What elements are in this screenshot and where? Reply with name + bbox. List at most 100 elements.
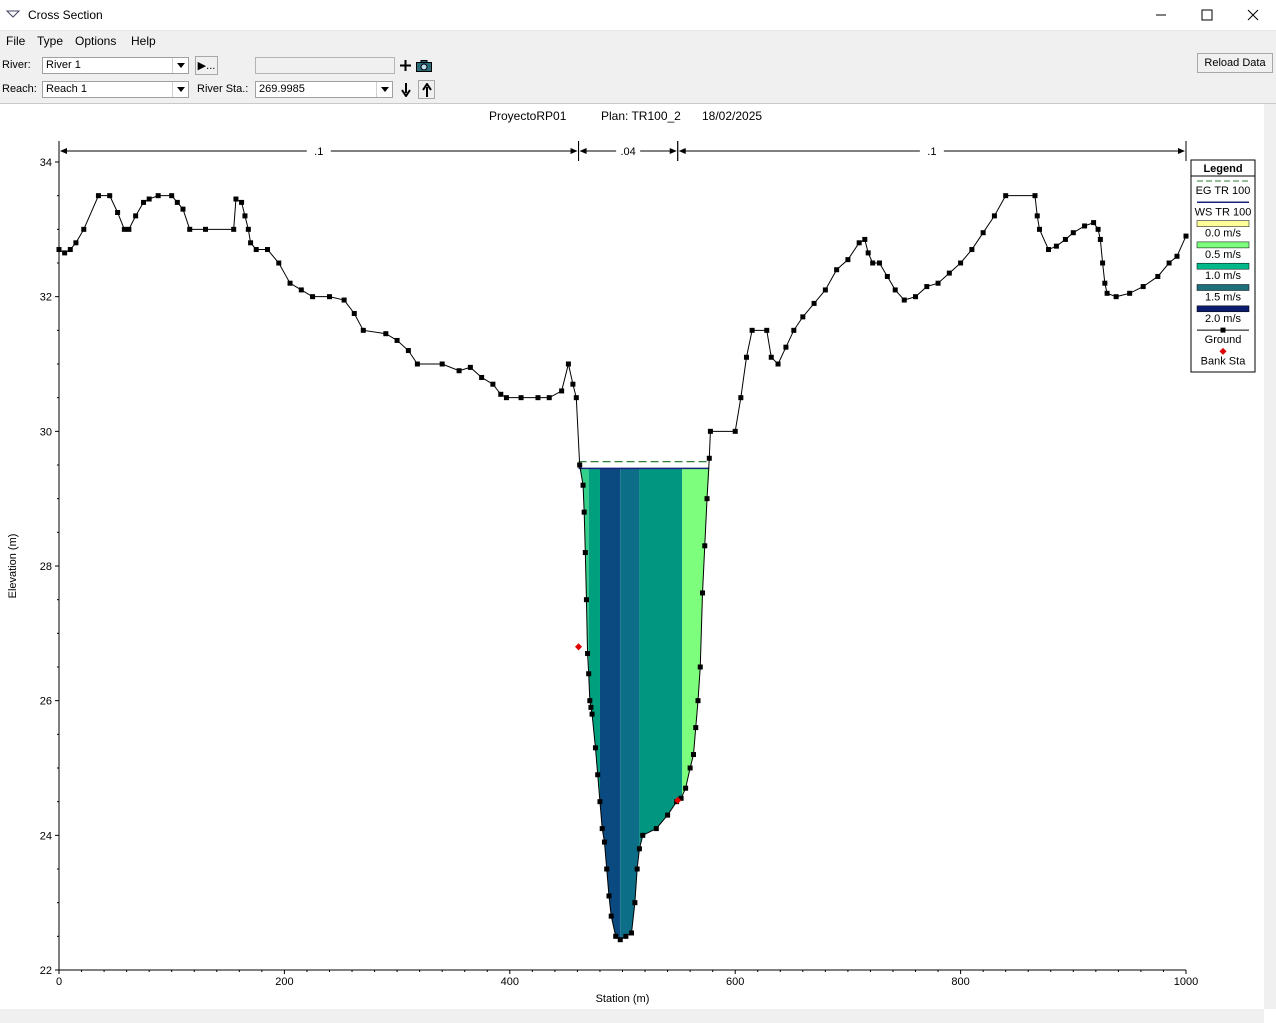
ground-point bbox=[310, 294, 316, 300]
toolbar: River: River 1 ▶... Reach: Reach 1 River… bbox=[0, 51, 1276, 104]
x-tick-label: 0 bbox=[56, 976, 62, 988]
ground-point bbox=[169, 193, 175, 199]
ground-point bbox=[115, 210, 121, 215]
ground-point bbox=[1166, 260, 1172, 266]
river-select-value: River 1 bbox=[46, 59, 81, 71]
ground-point bbox=[577, 462, 583, 468]
y-axis-label: Elevation (m) bbox=[7, 534, 19, 599]
ground-point bbox=[775, 361, 781, 367]
menu-help[interactable]: Help bbox=[131, 34, 156, 48]
plot-header-project: ProyectoRP01 bbox=[489, 109, 567, 123]
ground-point bbox=[1091, 220, 1097, 226]
menu-bar: File Type Options Help bbox=[0, 31, 1276, 51]
y-tick-label: 32 bbox=[40, 292, 52, 304]
close-button[interactable] bbox=[1230, 0, 1276, 30]
ground-point bbox=[700, 590, 706, 596]
ground-point bbox=[394, 337, 400, 343]
ground-point bbox=[1095, 226, 1101, 232]
minimize-button[interactable] bbox=[1138, 0, 1184, 30]
y-tick-label: 34 bbox=[40, 157, 52, 169]
title-bar: Cross Section bbox=[0, 0, 1276, 31]
ground-point bbox=[811, 300, 817, 306]
menu-file[interactable]: File bbox=[6, 34, 25, 48]
ground-point bbox=[1183, 233, 1189, 239]
ground-point bbox=[298, 287, 304, 293]
camera-icon bbox=[416, 59, 432, 72]
ground-point bbox=[479, 374, 485, 380]
play-button[interactable]: ▶... bbox=[195, 56, 218, 75]
ground-point bbox=[1097, 236, 1103, 242]
plot-area[interactable]: ProyectoRP01 Plan: TR100_2 18/02/2025 22 24 2… bbox=[0, 104, 1264, 1009]
menu-options[interactable]: Options bbox=[75, 34, 116, 48]
legend-label: EG TR 100 bbox=[1196, 185, 1251, 197]
ground-point bbox=[95, 193, 101, 199]
ground-point bbox=[239, 199, 245, 205]
ground-point bbox=[935, 280, 941, 286]
y-tick-label: 26 bbox=[40, 696, 52, 708]
ground-point bbox=[617, 937, 623, 943]
ground-point bbox=[892, 287, 898, 293]
ground-point bbox=[582, 550, 588, 556]
camera-button[interactable] bbox=[414, 56, 434, 75]
legend-label: 1.0 m/s bbox=[1205, 270, 1242, 282]
ground-point bbox=[706, 455, 712, 461]
ground-point bbox=[133, 213, 139, 219]
ground-point bbox=[592, 745, 598, 751]
plot-header-date: 18/02/2025 bbox=[702, 109, 762, 123]
vertical-scrollbar[interactable] bbox=[1264, 104, 1276, 1009]
ground-point bbox=[749, 327, 755, 333]
ground-point bbox=[233, 196, 239, 202]
ground-point bbox=[276, 260, 282, 266]
play-button-label: ▶... bbox=[197, 60, 216, 72]
ground-point bbox=[498, 391, 504, 397]
ground-point bbox=[1003, 193, 1009, 199]
ground-point bbox=[264, 247, 270, 253]
ground-point bbox=[913, 294, 919, 300]
ground-point bbox=[707, 428, 713, 434]
plus-icon bbox=[399, 60, 411, 71]
prev-station-button[interactable] bbox=[418, 80, 435, 99]
ground-point bbox=[743, 354, 749, 360]
ground-point bbox=[253, 247, 259, 253]
next-station-button[interactable] bbox=[398, 80, 413, 99]
ground-point bbox=[697, 664, 703, 670]
legend-label: 1.5 m/s bbox=[1205, 292, 1242, 304]
profile-box[interactable] bbox=[255, 57, 395, 74]
cross-section-chart[interactable]: ProyectoRP01 Plan: TR100_2 18/02/2025 22 24 2… bbox=[0, 104, 1264, 1009]
ground-point bbox=[1034, 213, 1040, 219]
legend-title: Legend bbox=[1203, 163, 1242, 175]
ground-point bbox=[634, 866, 640, 872]
ground-point bbox=[1140, 284, 1146, 290]
river-sta-select[interactable]: 269.9985 bbox=[255, 81, 393, 98]
ground-point bbox=[768, 354, 774, 360]
bank-station-point bbox=[575, 643, 583, 651]
reach-select[interactable]: Reach 1 bbox=[42, 81, 189, 98]
add-button[interactable] bbox=[398, 56, 412, 75]
reach-select-value: Reach 1 bbox=[46, 83, 87, 95]
legend-symbol bbox=[1196, 305, 1250, 313]
menu-type[interactable]: Type bbox=[37, 34, 63, 48]
ground-point bbox=[231, 226, 237, 232]
legend-symbol bbox=[1196, 262, 1250, 270]
legend-label: Bank Sta bbox=[1201, 355, 1247, 367]
ground-point bbox=[695, 698, 701, 704]
ground-point bbox=[865, 250, 871, 256]
ground-point bbox=[503, 395, 509, 401]
ground-point bbox=[588, 704, 594, 710]
maximize-button[interactable] bbox=[1184, 0, 1230, 30]
ground-point bbox=[601, 839, 607, 845]
ground-point bbox=[73, 240, 79, 246]
ground-point bbox=[546, 395, 552, 401]
river-sta-label: River Sta.: bbox=[197, 83, 249, 95]
ground-point bbox=[687, 765, 693, 771]
ground-point bbox=[1155, 273, 1161, 279]
horizontal-scrollbar[interactable] bbox=[0, 1009, 1264, 1023]
river-select[interactable]: River 1 bbox=[42, 57, 189, 74]
reload-data-button[interactable]: Reload Data bbox=[1197, 53, 1273, 73]
ground-point bbox=[800, 314, 806, 320]
ground-point bbox=[604, 866, 610, 872]
ground-point bbox=[845, 257, 851, 263]
ground-point bbox=[884, 273, 890, 279]
x-tick-label: 600 bbox=[726, 976, 744, 988]
ground-point bbox=[467, 364, 473, 370]
